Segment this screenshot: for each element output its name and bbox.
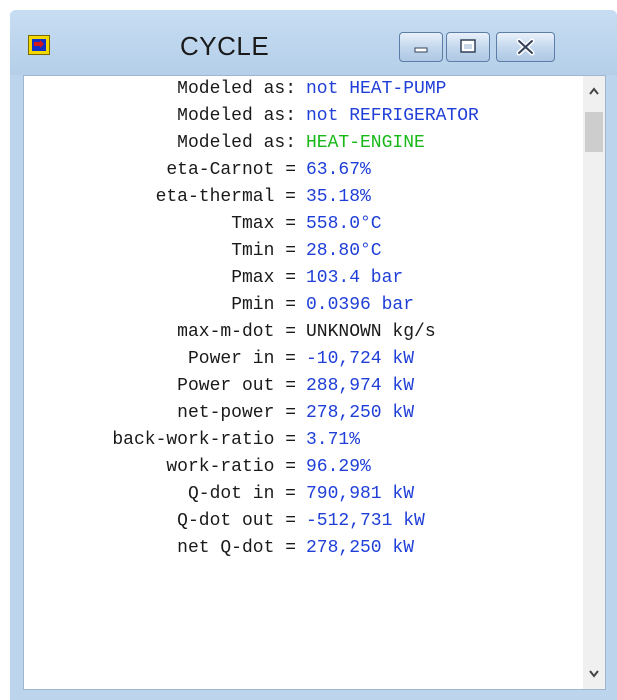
result-row: Q-dot out = -512,731 kW	[24, 508, 584, 535]
result-value: not HEAT-PUMP	[306, 79, 447, 99]
minimize-button[interactable]	[399, 32, 443, 62]
result-value: 35.18%	[306, 187, 371, 207]
result-label: eta-thermal =	[155, 187, 296, 207]
result-value: 96.29%	[306, 457, 371, 477]
result-value: 558.0°C	[306, 214, 382, 234]
maximize-icon	[460, 39, 476, 53]
results-list: Modeled as: not HEAT-PUMP Modeled as: not R…	[24, 76, 584, 562]
result-row: work-ratio = 96.29%	[24, 454, 584, 481]
result-label: Q-dot out =	[177, 511, 296, 531]
result-label: Modeled as:	[177, 79, 296, 99]
result-value: 278,250 kW	[306, 403, 415, 423]
result-label: Power in =	[187, 349, 296, 369]
result-label: max-m-dot =	[177, 322, 296, 342]
result-row: Tmax = 558.0°C	[24, 211, 584, 238]
result-row: net Q-dot = 278,250 kW	[24, 535, 584, 562]
result-row: eta-Carnot = 63.67%	[24, 157, 584, 184]
result-label: Q-dot in =	[187, 484, 296, 504]
result-label: Tmax =	[231, 214, 296, 234]
result-row: Power in = -10,724 kW	[24, 346, 584, 373]
result-value: 288,974 kW	[306, 376, 415, 396]
maximize-button[interactable]	[446, 32, 490, 62]
result-value: 3.71%	[306, 430, 361, 450]
result-value: -512,731 kW	[306, 511, 425, 531]
minimize-icon	[414, 47, 428, 53]
result-value: 0.0396 bar	[306, 295, 415, 315]
result-row: net-power = 278,250 kW	[24, 400, 584, 427]
close-button[interactable]	[496, 32, 555, 62]
result-row: Pmax = 103.4 bar	[24, 265, 584, 292]
result-label: back-work-ratio =	[112, 430, 296, 450]
result-label: Tmin =	[231, 241, 296, 261]
result-value: -10,724 kW	[306, 349, 415, 369]
close-icon	[516, 38, 535, 56]
result-value: not REFRIGERATOR	[306, 106, 479, 126]
result-value: 103.4 bar	[306, 268, 404, 288]
result-label: Modeled as:	[177, 106, 296, 126]
result-value: 790,981 kW	[306, 484, 415, 504]
scroll-thumb[interactable]	[585, 112, 603, 152]
window-title: CYCLE	[180, 31, 270, 61]
result-label: net Q-dot =	[177, 538, 296, 558]
result-row: Power out = 288,974 kW	[24, 373, 584, 400]
result-row: back-work-ratio = 3.71%	[24, 427, 584, 454]
result-row: Tmin = 28.80°C	[24, 238, 584, 265]
result-label: Power out =	[177, 376, 296, 396]
result-value: UNKNOWN kg/s	[306, 322, 436, 342]
chevron-up-icon	[589, 87, 599, 95]
result-value: HEAT-ENGINE	[306, 133, 425, 153]
scroll-down-button[interactable]	[583, 659, 605, 689]
result-row: Pmin = 0.0396 bar	[24, 292, 584, 319]
results-panel: Modeled as: not HEAT-PUMP Modeled as: not R…	[23, 75, 606, 690]
result-label: Modeled as:	[177, 133, 296, 153]
result-value: 28.80°C	[306, 241, 382, 261]
result-row: Modeled as: not HEAT-PUMP	[24, 76, 584, 103]
result-label: Pmax =	[231, 268, 296, 288]
result-label: eta-Carnot =	[166, 160, 296, 180]
result-row: eta-thermal = 35.18%	[24, 184, 584, 211]
scroll-up-button[interactable]	[583, 76, 605, 106]
result-row: max-m-dot = UNKNOWN kg/s	[24, 319, 584, 346]
result-row: Modeled as: HEAT-ENGINE	[24, 130, 584, 157]
result-label: net-power =	[177, 403, 296, 423]
result-value: 63.67%	[306, 160, 371, 180]
title-bar[interactable]: CYCLE	[10, 10, 617, 75]
cycle-window: CYCLE Modeled as: not HEAT-PUMP Modeled as…	[10, 10, 617, 700]
result-label: work-ratio =	[166, 457, 296, 477]
vertical-scrollbar[interactable]	[583, 76, 605, 689]
chevron-down-icon	[589, 670, 599, 678]
result-row: Modeled as: not REFRIGERATOR	[24, 103, 584, 130]
result-label: Pmin =	[231, 295, 296, 315]
cycle-app-icon[interactable]	[28, 35, 50, 55]
result-row: Q-dot in = 790,981 kW	[24, 481, 584, 508]
result-value: 278,250 kW	[306, 538, 415, 558]
